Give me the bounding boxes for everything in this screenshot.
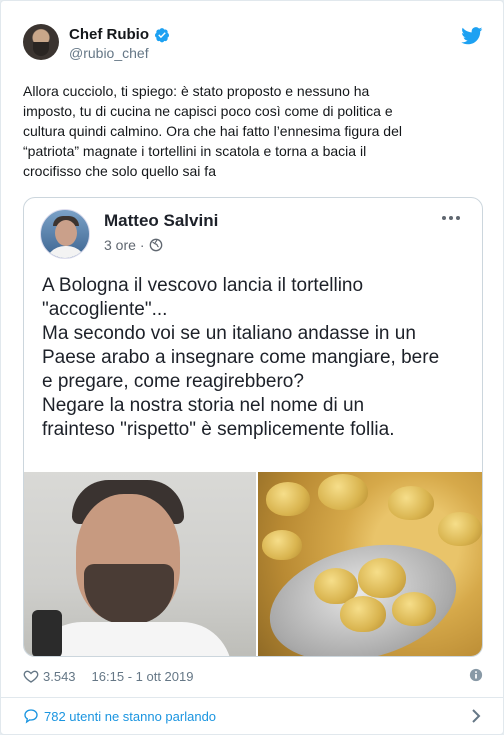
tortellini-photo [258,472,482,656]
conversation-text[interactable]: 782 utenti ne stanno parlando [44,709,216,724]
tweet-text: Allora cucciolo, ti spiego: è stato prop… [23,81,485,181]
speech-bubble-icon [24,709,38,724]
tweet-line: Allora cucciolo, ti spiego: è stato prop… [23,83,370,99]
tweet-card: Chef Rubio @rubio_chef Allora cucciolo, … [0,0,504,735]
heart-icon[interactable] [23,668,39,684]
globe-icon [149,238,162,252]
fb-line: e pregare, come reagirebbero? [42,371,304,392]
fb-time-separator: · [139,237,145,253]
tweet-timestamp[interactable]: 16:15 - 1 ott 2019 [92,669,194,684]
fb-time-label: 3 ore [104,237,136,253]
fb-line: Negare la nostra storia nel nome di un [42,395,365,416]
tweet-line: “patriota” magnate i tortellini in scato… [23,143,367,159]
tweet-line: imposto, tu di cucina ne capisci poco co… [23,103,393,119]
fb-author-avatar [40,209,90,259]
like-count[interactable]: 3.543 [43,669,76,684]
tweet-header: Chef Rubio @rubio_chef [23,24,483,64]
twitter-bird-icon[interactable] [461,27,483,45]
more-dots-icon [442,216,460,220]
fb-line: frainteso "rispetto" è semplicemente fol… [42,419,395,440]
author-handle[interactable]: @rubio_chef [69,45,170,61]
author-names: Chef Rubio @rubio_chef [69,26,170,61]
fb-author-name: Matteo Salvini [104,211,219,230]
tweet-line: crocifisso che solo quello sai fa [23,163,216,179]
info-icon[interactable] [469,668,483,682]
author-name[interactable]: Chef Rubio [69,26,149,43]
tweet-line: cultura quindi calmino. Ora che hai fatt… [23,123,402,139]
verified-badge-icon [155,27,169,42]
divider [1,697,504,698]
conversation-link[interactable]: 782 utenti ne stanno parlando [23,705,485,727]
chevron-right-icon[interactable] [471,708,481,724]
author-avatar[interactable] [23,24,59,60]
fb-line: Ma secondo voi se un italiano andasse in… [42,323,416,344]
fb-post-time: 3 ore · [104,237,163,253]
fb-post-text: A Bologna il vescovo lancia il tortellin… [42,274,472,442]
fb-line: "accogliente"... [42,299,168,320]
tweet-meta: 3.543 16:15 - 1 ott 2019 [23,667,485,685]
embedded-facebook-screenshot[interactable]: Matteo Salvini 3 ore · A Bologna il vesc… [23,197,483,657]
portrait-photo [24,472,256,656]
fb-line: A Bologna il vescovo lancia il tortellin… [42,275,364,296]
fb-line: Paese arabo a insegnare come mangiare, b… [42,347,440,368]
